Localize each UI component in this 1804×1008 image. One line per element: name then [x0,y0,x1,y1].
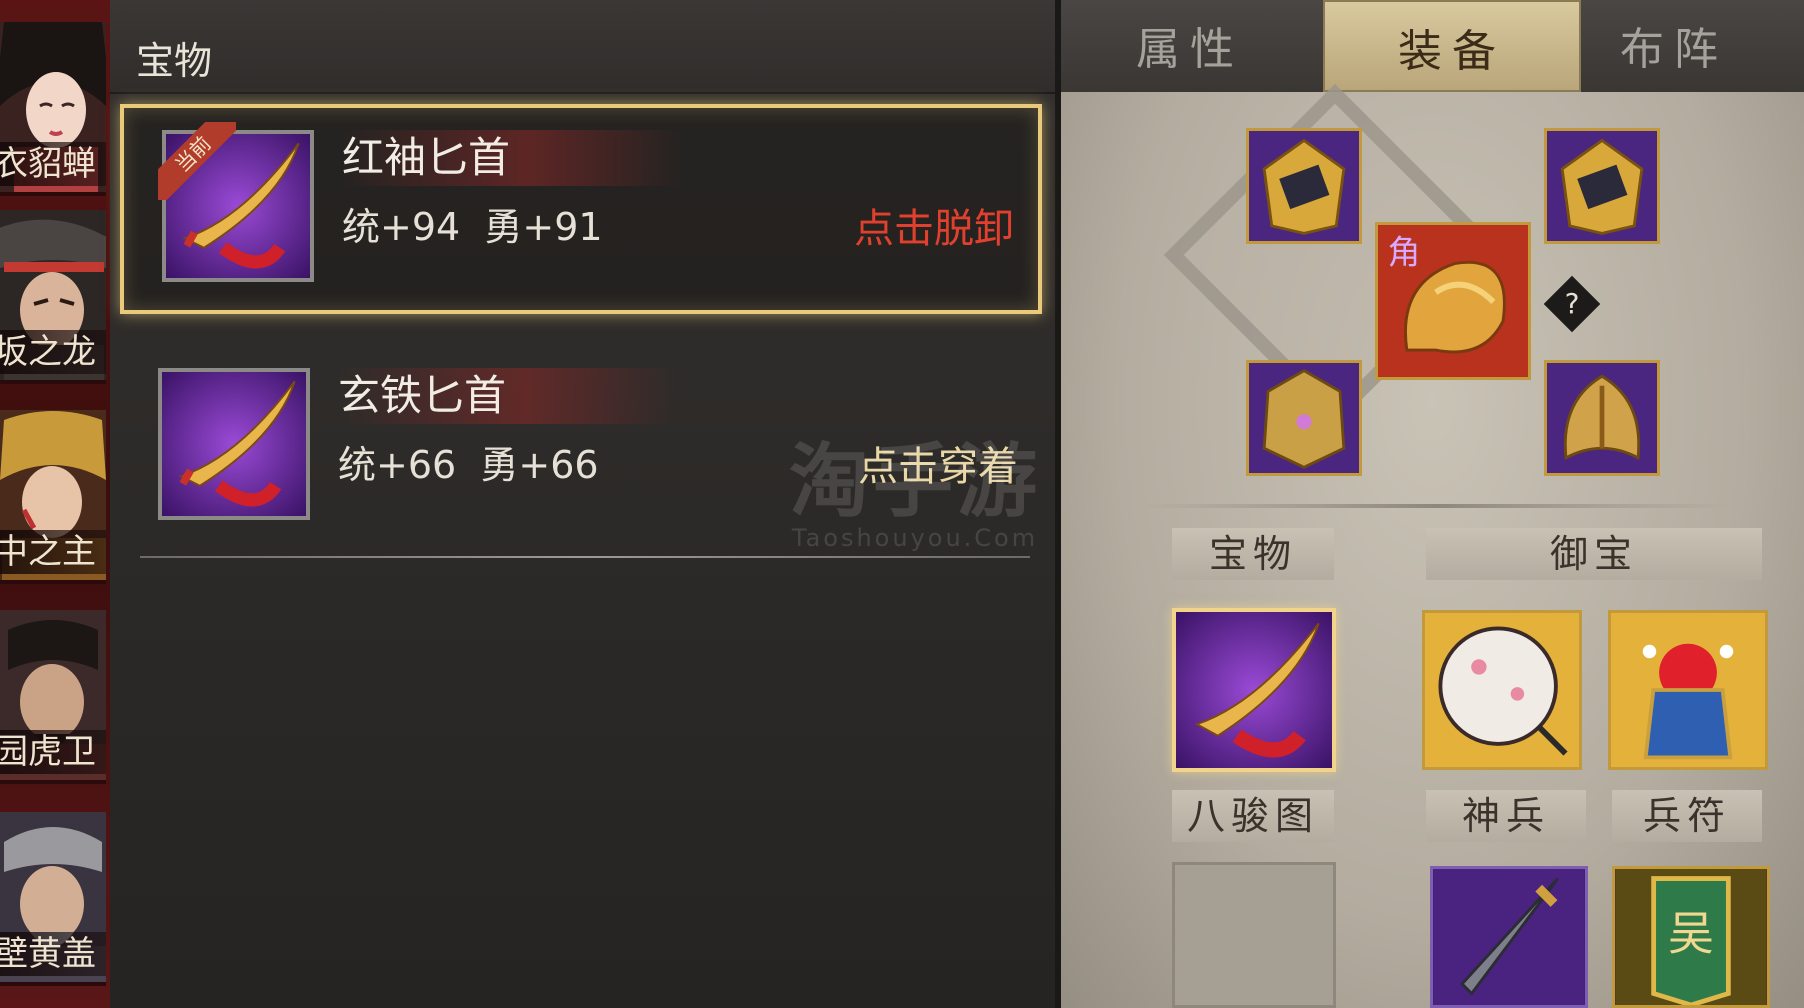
item-stats: 统+94 勇+91 [342,205,603,249]
tab-formation[interactable]: 布阵 [1545,0,1803,92]
watermark: 淘手游 Taoshouyou.Com [789,435,1041,553]
section-divider [1140,504,1730,508]
fan-treasure-slot[interactable] [1422,610,1582,770]
armor-equipment-slot[interactable] [1246,360,1362,476]
label-divine-weapon: 神兵 [1426,790,1586,842]
label-eight-horses: 八骏图 [1172,790,1334,842]
mount-slot[interactable]: 角 [1375,222,1531,380]
unequip-button[interactable]: 点击脱卸 [854,196,1014,254]
censer-treasure-slot[interactable] [1608,610,1768,770]
eight-horses-slot-empty[interactable] [1172,862,1336,1008]
hero-card[interactable]: 中之主 [0,410,106,584]
dagger-icon [158,368,310,520]
current-badge: 当前 [158,122,236,200]
label-treasure: 宝物 [1172,528,1334,580]
hero-name: 衣貂蝉 [0,142,106,186]
equipped-treasure-slot[interactable] [1172,608,1336,772]
tab-bar: 属性 装备 布阵 [1061,0,1804,92]
hero-card[interactable]: 衣貂蝉 [0,22,106,196]
item-name: 玄铁匕首 [338,368,677,424]
svg-text:角: 角 [1388,234,1421,272]
hero-name: 中之主 [0,530,106,574]
item-stats: 统+66 勇+66 [338,443,599,487]
treasure-list-panel: 宝物 当前 红袖匕首 统+94 勇+91 点击脱卸 玄铁匕首 统+66 勇+66… [110,0,1061,1008]
hero-card[interactable]: 坂之龙 [0,210,106,384]
help-button[interactable]: ? [1543,275,1601,333]
list-header: 宝物 [110,0,1055,94]
treasure-item-current[interactable]: 当前 红袖匕首 统+94 勇+91 点击脱卸 [120,104,1042,314]
label-army-token: 兵符 [1612,790,1762,842]
hero-card[interactable]: 壁黄盖 [0,812,106,986]
book-equipment-slot[interactable] [1544,128,1660,244]
hero-list: 衣貂蝉 坂之龙 中之主 园虎卫 壁黄盖 [0,0,110,1008]
army-token-slot[interactable]: 吴 [1612,866,1770,1008]
hero-name: 坂之龙 [0,330,106,374]
page-title: 宝物 [136,39,213,83]
helmet-equipment-slot[interactable] [1544,360,1660,476]
tab-equipment[interactable]: 装备 [1323,0,1581,92]
list-divider [140,556,1030,558]
svg-text:吴: 吴 [1668,906,1714,960]
hero-name: 园虎卫 [0,730,106,774]
label-imperial-treasure: 御宝 [1426,528,1762,580]
divine-weapon-slot[interactable] [1430,866,1588,1008]
question-icon: ? [1564,287,1580,320]
hero-name: 壁黄盖 [0,932,106,976]
hero-card[interactable]: 园虎卫 [0,610,106,784]
book-equipment-slot[interactable] [1246,128,1362,244]
item-name: 红袖匕首 [342,130,681,186]
tab-attributes[interactable]: 属性 [1061,0,1319,92]
